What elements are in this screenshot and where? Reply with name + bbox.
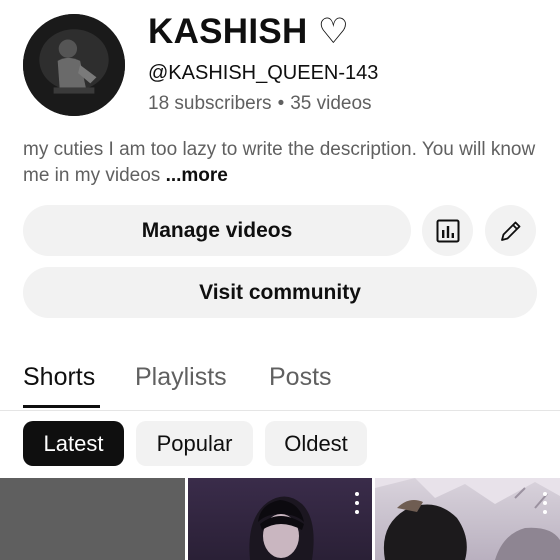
channel-name: KASHISH ♡: [148, 12, 350, 51]
pencil-icon: [500, 221, 520, 241]
stats-separator: •: [277, 93, 285, 114]
more-link[interactable]: ...more: [166, 165, 228, 186]
subscriber-count: 18 subscribers: [148, 93, 272, 114]
thumbnail-image: [375, 478, 560, 560]
channel-avatar[interactable]: [23, 14, 125, 116]
more-options-icon[interactable]: [542, 492, 548, 514]
tab-posts[interactable]: Posts: [269, 363, 332, 392]
visit-community-button[interactable]: Visit community: [23, 267, 537, 318]
channel-description[interactable]: my cuties I am too lazy to write the des…: [23, 137, 543, 189]
manage-videos-button[interactable]: Manage videos: [23, 205, 411, 256]
description-text: my cuties I am too lazy to write the des…: [23, 139, 536, 186]
active-tab-indicator: [23, 405, 100, 408]
channel-tabs: Shorts Playlists Posts: [0, 355, 560, 411]
short-thumbnail[interactable]: [188, 478, 372, 560]
analytics-button[interactable]: [422, 205, 473, 256]
thumbnail-image: [249, 496, 314, 560]
short-thumbnail[interactable]: [0, 478, 185, 560]
short-thumbnail[interactable]: [375, 478, 560, 560]
chip-latest[interactable]: Latest: [23, 421, 124, 466]
chip-popular[interactable]: Popular: [136, 421, 253, 466]
channel-stats: 18 subscribers • 35 videos: [148, 93, 372, 115]
more-options-icon[interactable]: [354, 492, 360, 514]
video-count: 35 videos: [290, 93, 372, 114]
tab-shorts[interactable]: Shorts: [23, 363, 95, 392]
edit-channel-button[interactable]: [485, 205, 536, 256]
chip-oldest[interactable]: Oldest: [265, 421, 367, 466]
avatar-image: [23, 14, 125, 116]
bar-chart-icon: [436, 219, 459, 242]
tab-playlists[interactable]: Playlists: [135, 363, 227, 392]
channel-handle: @KASHISH_QUEEN-143: [148, 62, 379, 84]
